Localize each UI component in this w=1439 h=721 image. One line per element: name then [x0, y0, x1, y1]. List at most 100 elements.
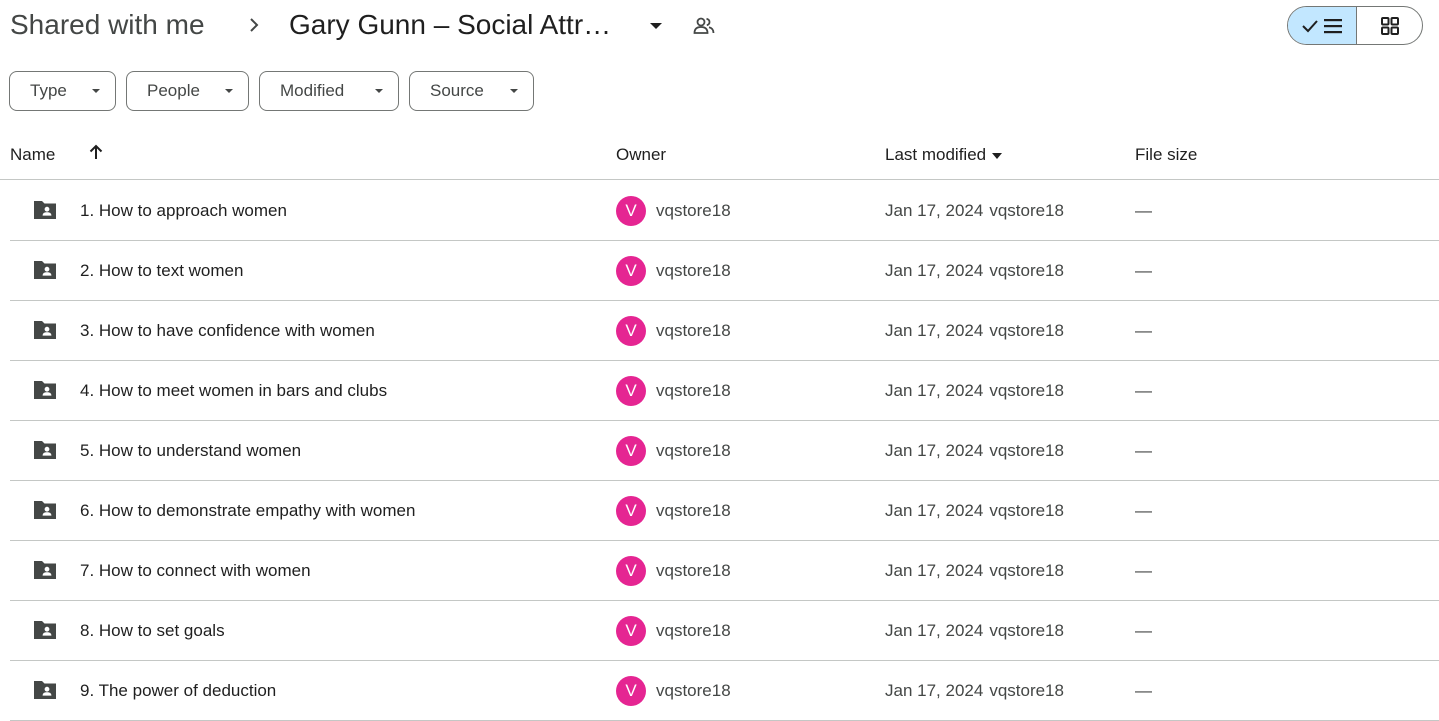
file-size: —	[1135, 261, 1152, 280]
column-header-last-modified: Last modified	[885, 145, 987, 164]
column-header-owner: Owner	[616, 145, 667, 164]
filter-modified-label: Modified	[280, 81, 345, 100]
table-row[interactable]: 2. How to text women Vvqstore18 Jan 17, 20…	[10, 241, 1439, 301]
owner-name: vqstore18	[656, 621, 731, 640]
modified-by: vqstore18	[989, 441, 1064, 460]
file-name[interactable]: 8. How to set goals	[80, 620, 225, 642]
list-view-button[interactable]	[1288, 7, 1357, 44]
table-row[interactable]: 8. How to set goals Vvqstore18 Jan 17, 202…	[10, 601, 1439, 661]
caret-down-icon	[92, 89, 100, 93]
caret-down-icon	[225, 89, 233, 93]
avatar: V	[616, 676, 646, 706]
file-name[interactable]: 2. How to text women	[80, 260, 243, 282]
modified-date: Jan 17, 2024	[885, 381, 984, 400]
modified-date: Jan 17, 2024	[885, 261, 984, 280]
modified-date: Jan 17, 2024	[885, 501, 984, 520]
table-row[interactable]: 7. How to connect with women Vvqstore18 Ja…	[10, 541, 1439, 601]
modified-date: Jan 17, 2024	[885, 681, 984, 700]
file-name[interactable]: 4. How to meet women in bars and clubs	[80, 380, 387, 402]
modified-by: vqstore18	[989, 681, 1064, 700]
avatar: V	[616, 556, 646, 586]
filter-people-chip[interactable]: People	[126, 71, 249, 111]
file-name[interactable]: 9. The power of deduction	[80, 680, 276, 702]
folder-actions-button[interactable]	[642, 12, 670, 40]
shared-folder-icon	[34, 201, 56, 219]
grid-icon	[1380, 16, 1399, 35]
modified-date: Jan 17, 2024	[885, 621, 984, 640]
avatar: V	[616, 316, 646, 346]
modified-by: vqstore18	[989, 621, 1064, 640]
table-row[interactable]: 5. How to understand women Vvqstore18 Jan …	[10, 421, 1439, 481]
last-modified: Jan 17, 2024 vqstore18	[885, 560, 1064, 582]
grid-view-button[interactable]	[1357, 7, 1422, 44]
file-size: —	[1135, 681, 1152, 700]
modified-date: Jan 17, 2024	[885, 561, 984, 580]
file-name[interactable]: 3. How to have confidence with women	[80, 320, 375, 342]
last-modified: Jan 17, 2024 vqstore18	[885, 500, 1064, 522]
header: Shared with me Gary Gunn – Social Attr…	[0, 0, 1439, 52]
view-toggle	[1287, 6, 1423, 45]
file-size: —	[1135, 441, 1152, 460]
file-size: —	[1135, 321, 1152, 340]
shared-folder-icon	[34, 261, 56, 279]
list-icon	[1324, 18, 1342, 33]
column-header-last-modified-wrap[interactable]: Last modified	[885, 144, 1004, 166]
modified-by: vqstore18	[989, 201, 1064, 220]
file-size: —	[1135, 621, 1152, 640]
last-modified: Jan 17, 2024 vqstore18	[885, 680, 1064, 702]
file-size: —	[1135, 381, 1152, 400]
breadcrumb-shared-with-me[interactable]: Shared with me	[10, 6, 205, 44]
owner-name: vqstore18	[656, 321, 731, 340]
avatar: V	[616, 616, 646, 646]
modified-by: vqstore18	[989, 561, 1064, 580]
last-modified: Jan 17, 2024 vqstore18	[885, 260, 1064, 282]
file-name[interactable]: 1. How to approach women	[80, 200, 287, 222]
last-modified: Jan 17, 2024 vqstore18	[885, 620, 1064, 642]
modified-date: Jan 17, 2024	[885, 321, 984, 340]
filter-people-label: People	[147, 81, 200, 100]
owner-name: vqstore18	[656, 201, 731, 220]
owner-name: vqstore18	[656, 561, 731, 580]
table-row[interactable]: 6. How to demonstrate empathy with women…	[10, 481, 1439, 541]
caret-down-icon	[992, 152, 1003, 159]
shared-folder-icon	[34, 621, 56, 639]
breadcrumb-current-folder[interactable]: Gary Gunn – Social Attr…	[289, 6, 611, 44]
filter-source-chip[interactable]: Source	[409, 71, 534, 111]
modified-by: vqstore18	[989, 381, 1064, 400]
filter-type-label: Type	[30, 81, 67, 100]
avatar: V	[616, 196, 646, 226]
column-header-name[interactable]: Name	[10, 144, 55, 166]
arrow-up-icon	[89, 144, 103, 159]
last-modified: Jan 17, 2024 vqstore18	[885, 320, 1064, 342]
modified-by: vqstore18	[989, 261, 1064, 280]
file-name[interactable]: 5. How to understand women	[80, 440, 301, 462]
file-list: 1. How to approach women Vvqstore18 Jan 17…	[10, 181, 1439, 721]
table-row[interactable]: 3. How to have confidence with women Vvqs…	[10, 301, 1439, 361]
modified-date: Jan 17, 2024	[885, 201, 984, 220]
table-row[interactable]: 4. How to meet women in bars and clubs Vv…	[10, 361, 1439, 421]
avatar: V	[616, 256, 646, 286]
owner-name: vqstore18	[656, 381, 731, 400]
shared-folder-icon	[34, 501, 56, 519]
people-icon	[693, 17, 715, 34]
avatar: V	[616, 436, 646, 466]
table-row[interactable]: 1. How to approach women Vvqstore18 Jan 17…	[10, 181, 1439, 241]
sort-direction-button[interactable]	[84, 140, 108, 164]
file-name[interactable]: 6. How to demonstrate empathy with women	[80, 500, 415, 522]
modified-date: Jan 17, 2024	[885, 441, 984, 460]
caret-down-icon	[650, 23, 662, 29]
avatar: V	[616, 496, 646, 526]
last-modified: Jan 17, 2024 vqstore18	[885, 440, 1064, 462]
filter-type-chip[interactable]: Type	[9, 71, 116, 111]
table-row[interactable]: 9. The power of deduction Vvqstore18 Jan 1…	[10, 661, 1439, 721]
column-header-file-size: File size	[1135, 145, 1198, 164]
avatar: V	[616, 376, 646, 406]
file-name[interactable]: 7. How to connect with women	[80, 560, 311, 582]
shared-people-button[interactable]	[690, 12, 718, 40]
owner-name: vqstore18	[656, 441, 731, 460]
owner-name: vqstore18	[656, 501, 731, 520]
shared-folder-icon	[34, 681, 56, 699]
filter-modified-chip[interactable]: Modified	[259, 71, 399, 111]
filter-source-label: Source	[430, 81, 484, 100]
shared-folder-icon	[34, 321, 56, 339]
